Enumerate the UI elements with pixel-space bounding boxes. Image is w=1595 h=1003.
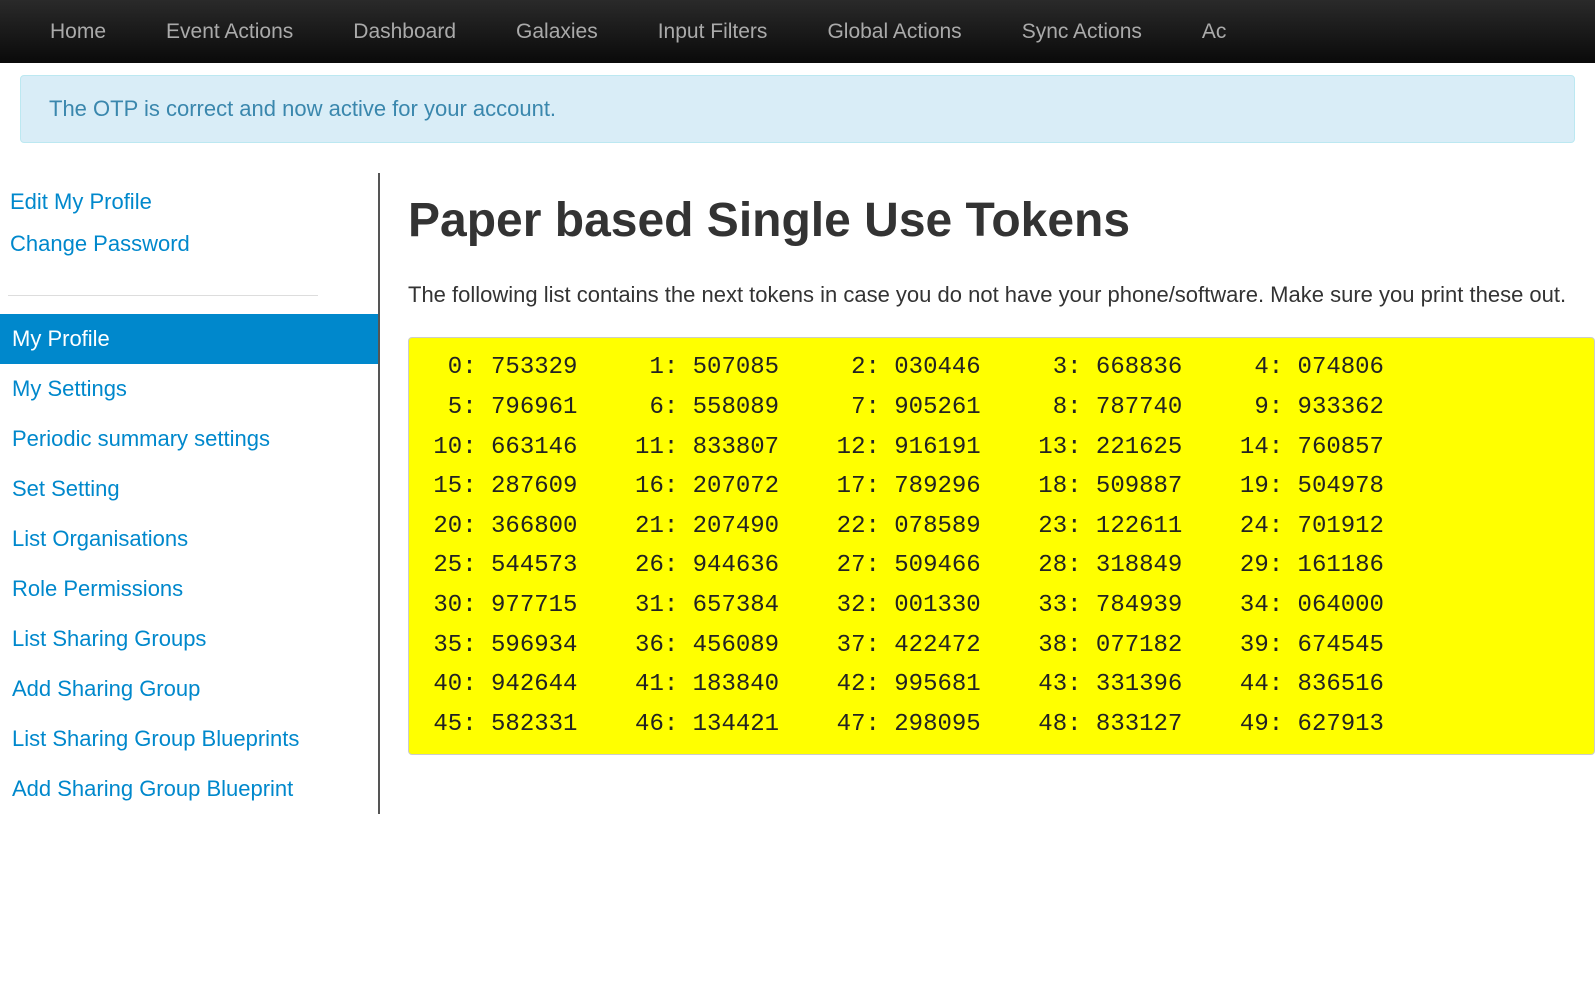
sidebar-item-list-sharing-groups[interactable]: List Sharing Groups <box>0 614 378 664</box>
sidebar-item-my-profile[interactable]: My Profile <box>0 314 378 364</box>
sidebar-item-add-sharing-group[interactable]: Add Sharing Group <box>0 664 378 714</box>
topnav-item-sync-actions[interactable]: Sync Actions <box>992 20 1172 44</box>
page-title: Paper based Single Use Tokens <box>408 193 1595 248</box>
main-content: Paper based Single Use Tokens The follow… <box>380 173 1595 814</box>
sidebar-item-my-settings[interactable]: My Settings <box>0 364 378 414</box>
sidebar-divider <box>8 295 318 296</box>
alert-container: The OTP is correct and now active for yo… <box>0 63 1595 143</box>
sidebar-top-links: Edit My ProfileChange Password <box>8 173 378 285</box>
sidebar-top-link-change-password[interactable]: Change Password <box>10 223 368 265</box>
sidebar-item-add-sharing-group-blueprint[interactable]: Add Sharing Group Blueprint <box>0 764 378 814</box>
topnav-item-event-actions[interactable]: Event Actions <box>136 20 323 44</box>
sidebar: Edit My ProfileChange Password My Profil… <box>0 173 380 814</box>
topnav-item-ac[interactable]: Ac <box>1172 20 1257 44</box>
topnav-item-galaxies[interactable]: Galaxies <box>486 20 628 44</box>
layout: Edit My ProfileChange Password My Profil… <box>0 173 1595 814</box>
sidebar-item-role-permissions[interactable]: Role Permissions <box>0 564 378 614</box>
page-description: The following list contains the next tok… <box>408 276 1595 313</box>
alert-success: The OTP is correct and now active for yo… <box>20 75 1575 143</box>
top-nav: HomeEvent ActionsDashboardGalaxiesInput … <box>0 0 1595 63</box>
sidebar-list: My ProfileMy SettingsPeriodic summary se… <box>0 314 378 814</box>
topnav-item-home[interactable]: Home <box>20 20 136 44</box>
topnav-item-input-filters[interactable]: Input Filters <box>628 20 798 44</box>
topnav-item-dashboard[interactable]: Dashboard <box>323 20 486 44</box>
topnav-item-global-actions[interactable]: Global Actions <box>797 20 991 44</box>
sidebar-item-list-organisations[interactable]: List Organisations <box>0 514 378 564</box>
token-block: 0: 753329 1: 507085 2: 030446 3: 668836 … <box>408 337 1595 755</box>
sidebar-top-link-edit-my-profile[interactable]: Edit My Profile <box>10 181 368 223</box>
sidebar-item-list-sharing-group-blueprints[interactable]: List Sharing Group Blueprints <box>0 714 378 764</box>
sidebar-item-periodic-summary-settings[interactable]: Periodic summary settings <box>0 414 378 464</box>
sidebar-item-set-setting[interactable]: Set Setting <box>0 464 378 514</box>
